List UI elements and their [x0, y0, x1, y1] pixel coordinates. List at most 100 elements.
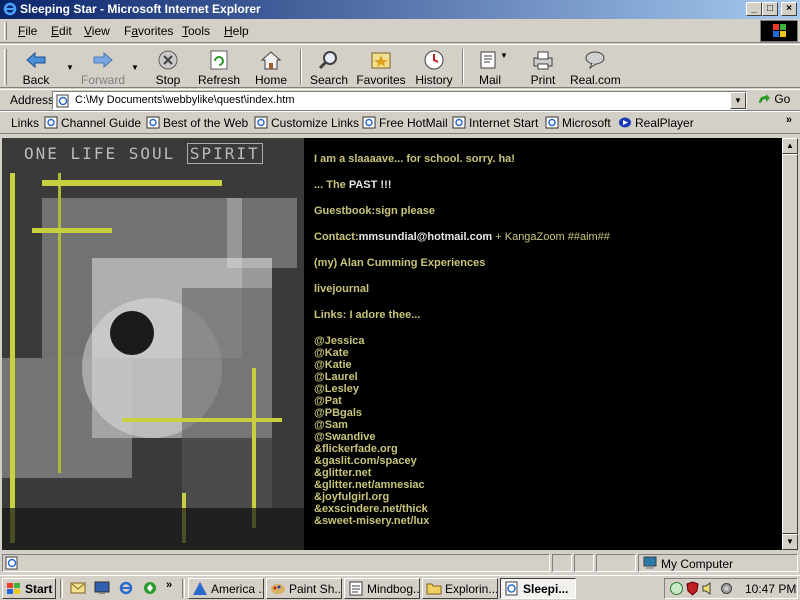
scroll-down-arrow-icon[interactable]: ▼ — [782, 534, 798, 550]
menu-grip[interactable] — [4, 22, 7, 40]
security-zone: My Computer — [638, 554, 798, 572]
status-pane — [574, 554, 594, 572]
tray-clock[interactable]: 10:47 PM — [745, 582, 796, 596]
start-button[interactable]: Start — [2, 578, 56, 599]
task-exploring[interactable]: Explorin... — [422, 578, 498, 599]
search-button[interactable]: Search — [308, 47, 350, 87]
tray-antivirus-shield-icon[interactable] — [685, 581, 700, 596]
task-paint-shop[interactable]: Paint Sh... — [266, 578, 342, 599]
alan-cumming-link[interactable]: (my) Alan Cumming Experiences — [314, 257, 485, 269]
tray-settings-gear-icon[interactable] — [719, 581, 734, 596]
channels-icon[interactable] — [142, 580, 158, 596]
back-button[interactable]: Back — [16, 47, 56, 87]
guestbook-link[interactable]: Guestbook:sign please — [314, 205, 435, 217]
menu-view[interactable]: View — [84, 24, 110, 38]
internet-explorer-icon[interactable] — [118, 580, 134, 596]
menu-tools[interactable]: Tools — [182, 24, 210, 38]
minimize-button[interactable]: _ — [746, 2, 762, 16]
close-button[interactable]: × — [781, 2, 797, 16]
list-item[interactable]: &gaslit.com/spacey — [314, 455, 417, 467]
window-title: Sleeping Star - Microsoft Internet Explo… — [20, 2, 261, 16]
mail-dropdown-icon[interactable]: ▼ — [500, 51, 508, 60]
history-button[interactable]: History — [414, 47, 454, 87]
toolbar-grip[interactable] — [4, 49, 7, 85]
link-best-of-the-web[interactable]: Best of the Web — [146, 116, 248, 130]
taskbar-grip[interactable] — [182, 579, 185, 598]
list-item[interactable]: @Sam — [314, 419, 348, 431]
list-item[interactable]: @Jessica — [314, 335, 365, 347]
aol-icon — [193, 582, 207, 595]
address-label: Address — [10, 93, 55, 107]
menu-file[interactable]: File — [18, 24, 37, 38]
go-button[interactable]: Go — [757, 92, 790, 107]
vertical-scrollbar[interactable]: ▲ ▼ — [782, 138, 798, 550]
mail-icon — [480, 51, 496, 69]
link-internet-start[interactable]: Internet Start — [452, 116, 538, 130]
livejournal-link[interactable]: livejournal — [314, 283, 369, 295]
address-input[interactable]: C:\My Documents\webbylike\quest\index.ht… — [52, 91, 747, 110]
list-item[interactable]: &glitter.net/amnesiac — [314, 479, 425, 491]
realcom-button[interactable]: Real.com — [570, 47, 621, 87]
back-dropdown-icon[interactable]: ▼ — [66, 63, 74, 72]
link-free-hotmail[interactable]: Free HotMail — [362, 116, 448, 130]
list-item[interactable]: @PBgals — [314, 407, 362, 419]
refresh-button[interactable]: Refresh — [196, 47, 242, 87]
contact-line[interactable]: Contact:mmsundial@hotmail.com + KangaZoo… — [314, 231, 610, 243]
list-item[interactable]: @Kate — [314, 347, 349, 359]
ie-link-icon — [146, 116, 160, 129]
show-desktop-icon[interactable] — [94, 580, 110, 596]
ie-link-icon — [362, 116, 376, 129]
windows-flag-icon — [773, 24, 786, 37]
task-sleeping-star[interactable]: Sleepi... — [500, 578, 576, 599]
menu-bar: File Edit View Favorites Tools Help — [0, 19, 800, 43]
taskbar: Start » America ... Paint Sh... Mindbog.… — [0, 575, 800, 600]
scroll-up-arrow-icon[interactable]: ▲ — [782, 138, 798, 154]
past-link[interactable]: ... The PAST !!! — [314, 179, 391, 191]
address-url: C:\My Documents\webbylike\quest\index.ht… — [75, 94, 295, 106]
outlook-express-icon[interactable] — [70, 580, 86, 596]
menu-edit[interactable]: Edit — [51, 24, 72, 38]
list-item[interactable]: @Lesley — [314, 383, 359, 395]
address-dropdown-icon[interactable]: ▼ — [730, 92, 746, 109]
list-item[interactable]: &flickerfade.org — [314, 443, 398, 455]
quicklaunch-overflow-chevron-icon[interactable]: » — [166, 579, 172, 591]
print-button[interactable]: Print — [526, 47, 560, 87]
link-realplayer[interactable]: RealPlayer — [618, 116, 694, 130]
list-item[interactable]: &glitter.net — [314, 467, 371, 479]
tray-volume-speaker-icon[interactable] — [701, 581, 716, 596]
collage-words: ONE LIFE SOUL SPIRIT — [24, 143, 263, 164]
list-item[interactable]: @Swandive — [314, 431, 375, 443]
favorites-button[interactable]: Favorites — [356, 47, 406, 87]
title-bar[interactable]: Sleeping Star - Microsoft Internet Explo… — [0, 0, 800, 19]
document-icon — [349, 581, 363, 596]
list-item[interactable]: &exscindere.net/thick — [314, 503, 428, 515]
status-pane — [552, 554, 572, 572]
link-microsoft[interactable]: Microsoft — [545, 116, 611, 130]
history-clock-icon — [424, 50, 444, 70]
task-america[interactable]: America ... — [188, 578, 264, 599]
intro-line: I am a slaaaave... for school. sorry. ha… — [314, 153, 515, 165]
ie-logo-icon — [3, 2, 17, 16]
quicklaunch-grip[interactable] — [60, 579, 63, 598]
realplayer-icon — [619, 117, 631, 128]
list-item[interactable]: @Pat — [314, 395, 342, 407]
link-channel-guide[interactable]: Channel Guide — [44, 116, 141, 130]
links-overflow-chevron-icon[interactable]: » — [786, 114, 792, 126]
link-customize-links[interactable]: Customize Links — [254, 116, 359, 130]
menu-favorites[interactable]: Favorites — [124, 24, 173, 38]
task-mindbog[interactable]: Mindbog... — [344, 578, 420, 599]
list-item[interactable]: @Katie — [314, 359, 352, 371]
folder-icon — [426, 583, 442, 595]
list-item[interactable]: &sweet-misery.net/lux — [314, 515, 429, 527]
stop-button[interactable]: Stop — [150, 47, 186, 87]
scrollbar-thumb[interactable] — [782, 154, 798, 534]
home-button[interactable]: Home — [252, 47, 290, 87]
forward-dropdown-icon[interactable]: ▼ — [131, 63, 139, 72]
menu-help[interactable]: Help — [224, 24, 249, 38]
list-item[interactable]: @Laurel — [314, 371, 358, 383]
tray-network-icon[interactable] — [669, 581, 684, 596]
maximize-button[interactable]: □ — [762, 2, 778, 16]
ie-link-icon — [254, 116, 268, 129]
forward-button[interactable]: Forward — [80, 47, 126, 87]
list-item[interactable]: &joyfulgirl.org — [314, 491, 389, 503]
